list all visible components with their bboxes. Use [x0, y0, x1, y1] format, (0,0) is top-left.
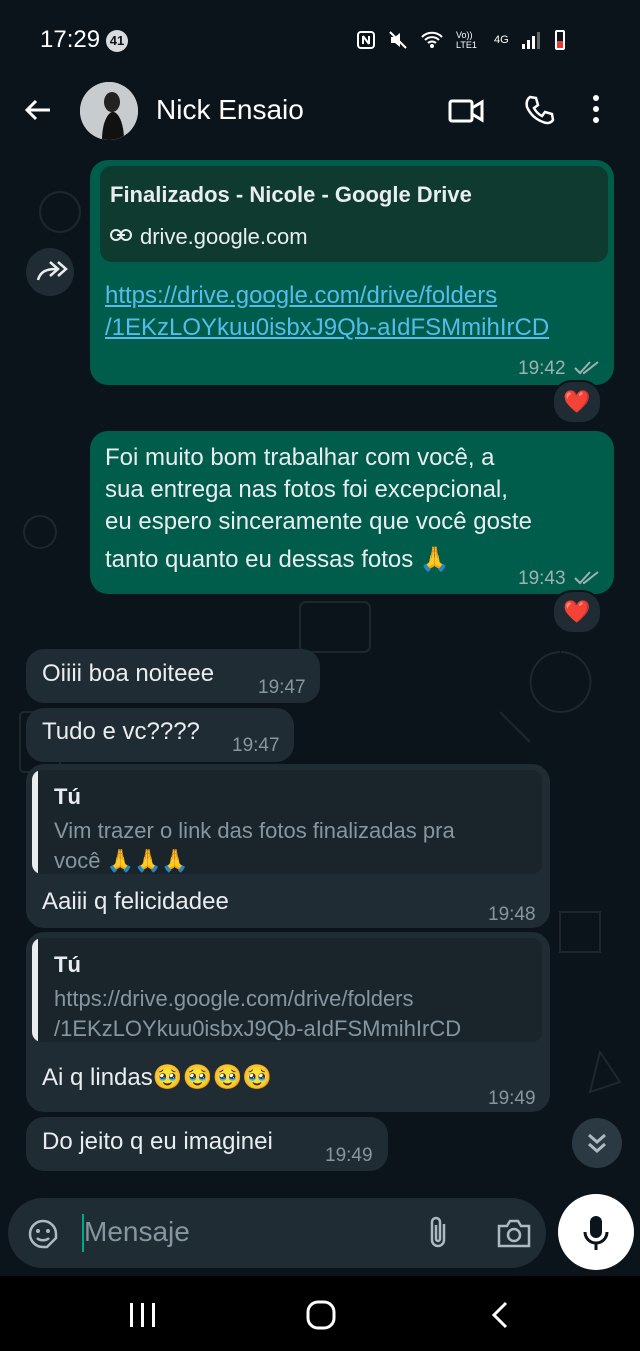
message-text-line: Foi muito bom trabalhar com você, a: [105, 444, 495, 471]
nfc-icon: [357, 31, 375, 49]
message-text: Tudo e vc????: [42, 718, 200, 745]
contact-name[interactable]: Nick Ensaio: [156, 94, 304, 126]
forward-icon: [36, 261, 68, 281]
reaction-badge[interactable]: ❤️: [552, 590, 602, 634]
quote-line: /1EKzLOYkuu0isbxJ9Qb-aIdFSMmihIrCD: [54, 1016, 462, 1041]
message-time: 19:47: [258, 677, 306, 698]
message-time: 19:47: [232, 735, 280, 756]
message-text: Oiiii boa noiteee: [42, 660, 215, 687]
forward-button[interactable]: [26, 248, 74, 296]
quote-author: Tú: [54, 784, 81, 809]
message-time: 19:49: [488, 1088, 536, 1109]
message-time: 19:43: [518, 568, 566, 589]
mute-icon: [389, 31, 407, 49]
volte-label: Vo)) LTE1: [456, 30, 477, 50]
chat-header: Nick Ensaio: [0, 80, 640, 152]
quote-text: Vim trazer o link das fotos finalizadas …: [54, 816, 514, 874]
heart-reaction-icon: ❤️: [563, 599, 591, 624]
recent-apps-icon[interactable]: [126, 1301, 160, 1329]
message-text-line: eu espero sinceramente que você goste: [105, 508, 532, 535]
link-icon: [110, 229, 132, 241]
message-time: 19:49: [325, 1145, 373, 1166]
signal-icon: [521, 32, 540, 49]
link-preview-card[interactable]: Finalizados - Nicole - Google Drive driv…: [100, 166, 608, 262]
link-preview-domain: drive.google.com: [140, 224, 308, 249]
message-text: Aaiii q felicidadee: [42, 888, 229, 915]
double-chevron-down-icon: [588, 1133, 606, 1153]
quote-accent-bar: [32, 770, 38, 874]
message-url-line-2[interactable]: /1EKzLOYkuu0isbxJ9Qb-aIdFSMmihIrCD: [105, 314, 549, 342]
message-time: 19:48: [488, 904, 536, 925]
read-receipt-icon: [574, 571, 599, 585]
notification-count-badge: 41: [106, 30, 128, 52]
quote-line: Vim trazer o link das fotos finalizadas …: [54, 818, 455, 843]
message-time: 19:42: [518, 358, 566, 379]
message-text: Do jeito q eu imaginei: [42, 1128, 273, 1155]
quote-accent-bar: [32, 938, 38, 1042]
back-arrow-icon[interactable]: [22, 94, 54, 126]
home-icon[interactable]: [306, 1300, 336, 1330]
voice-record-button[interactable]: [558, 1194, 634, 1270]
quote-text: https://drive.google.com/drive/folders /…: [54, 984, 514, 1042]
camera-icon[interactable]: [496, 1216, 532, 1250]
quoted-message[interactable]: Tú Vim trazer o link das fotos finalizad…: [32, 770, 542, 874]
video-call-icon[interactable]: [448, 96, 484, 126]
status-bar: 17:29 41 Vo)) LTE1 4G: [0, 0, 640, 80]
wifi-icon: [421, 31, 443, 48]
nav-back-icon[interactable]: [488, 1301, 512, 1329]
message-text: Ai q lindas🥹🥹🥹🥹: [42, 1064, 273, 1091]
status-time: 17:29: [40, 26, 101, 53]
message-text-line: tanto quanto eu dessas fotos 🙏: [105, 546, 450, 573]
message-text-line: sua entrega nas fotos foi excepcional,: [105, 476, 508, 503]
message-url-line-1[interactable]: https://drive.google.com/drive/folders: [105, 282, 497, 310]
attach-icon[interactable]: [424, 1214, 454, 1252]
network-type-label: 4G: [494, 34, 509, 46]
voice-call-icon[interactable]: [524, 94, 556, 126]
chat-area[interactable]: Finalizados - Nicole - Google Drive driv…: [0, 152, 640, 1192]
read-receipt-icon: [574, 361, 599, 375]
link-preview-title: Finalizados - Nicole - Google Drive: [110, 182, 472, 207]
microphone-icon: [583, 1216, 609, 1250]
quoted-message[interactable]: Tú https://drive.google.com/drive/folder…: [32, 938, 542, 1042]
reaction-badge[interactable]: ❤️: [552, 380, 602, 424]
quote-line: você 🙏🙏🙏: [54, 848, 189, 873]
quote-line: https://drive.google.com/drive/folders: [54, 986, 414, 1011]
message-input[interactable]: Mensaje: [84, 1216, 190, 1248]
sticker-emoji-icon[interactable]: [26, 1217, 60, 1251]
heart-reaction-icon: ❤️: [563, 389, 591, 414]
more-options-icon[interactable]: [592, 94, 600, 124]
scroll-to-bottom-button[interactable]: [572, 1118, 622, 1168]
avatar[interactable]: [80, 82, 138, 140]
quote-author: Tú: [54, 952, 81, 977]
battery-icon: [554, 30, 565, 50]
